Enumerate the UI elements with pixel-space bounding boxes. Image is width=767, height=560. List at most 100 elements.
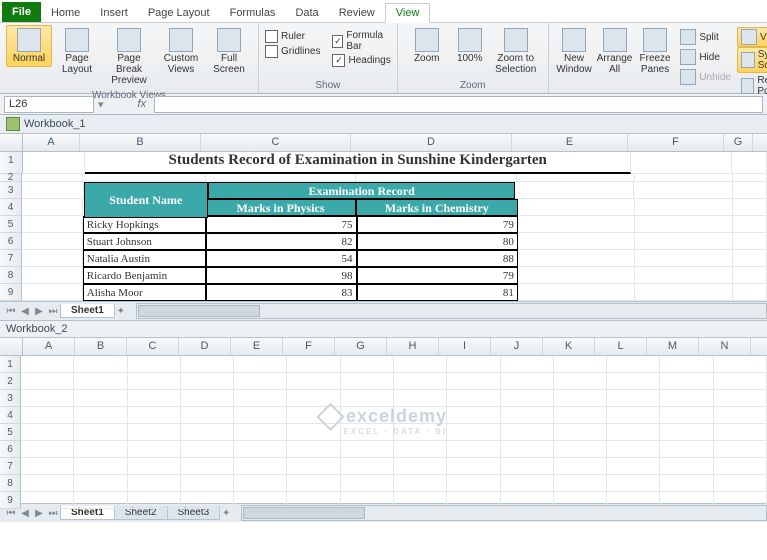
cell[interactable] <box>128 373 181 390</box>
cell[interactable] <box>631 152 732 174</box>
tab-page-layout[interactable]: Page Layout <box>138 4 220 22</box>
cell[interactable] <box>21 356 74 373</box>
cell[interactable] <box>394 390 447 407</box>
zoom-100-button[interactable]: 100% <box>452 25 488 67</box>
cell[interactable] <box>234 475 287 492</box>
cell[interactable] <box>341 356 394 373</box>
cell[interactable] <box>660 441 713 458</box>
cell[interactable] <box>21 390 74 407</box>
cell[interactable] <box>607 441 660 458</box>
row-header[interactable]: 3 <box>0 182 22 199</box>
unhide-button[interactable]: Unhide <box>676 67 735 87</box>
cell[interactable] <box>447 356 500 373</box>
cell[interactable] <box>607 458 660 475</box>
col-header[interactable]: C <box>201 134 351 151</box>
cell[interactable] <box>287 424 340 441</box>
cell[interactable] <box>181 492 234 509</box>
cell[interactable] <box>21 475 74 492</box>
workbook-1-titlebar[interactable]: Workbook_1 <box>0 115 767 134</box>
split-button[interactable]: Split <box>676 27 735 47</box>
cell[interactable] <box>607 424 660 441</box>
row-header[interactable]: 9 <box>0 492 21 509</box>
cell[interactable] <box>21 458 74 475</box>
cell[interactable] <box>394 458 447 475</box>
row-header[interactable]: 6 <box>0 233 22 250</box>
cell[interactable] <box>21 424 74 441</box>
cell[interactable] <box>74 373 127 390</box>
cell[interactable] <box>128 390 181 407</box>
cell[interactable] <box>287 373 340 390</box>
cell[interactable] <box>394 424 447 441</box>
col-header[interactable]: C <box>127 338 179 355</box>
cell[interactable] <box>501 390 554 407</box>
cell[interactable] <box>74 356 127 373</box>
cell[interactable] <box>341 373 394 390</box>
cell[interactable] <box>287 356 340 373</box>
cell[interactable]: 82 <box>206 233 357 250</box>
zoom-button[interactable]: Zoom <box>404 25 450 67</box>
cell[interactable] <box>181 424 234 441</box>
fx-icon[interactable]: fx <box>138 98 147 110</box>
title-cell[interactable]: Students Record of Examination in Sunshi… <box>85 152 631 174</box>
cell[interactable] <box>501 373 554 390</box>
header-student-name[interactable]: Student Name <box>84 182 208 218</box>
cell[interactable] <box>660 458 713 475</box>
tab-home[interactable]: Home <box>41 4 90 22</box>
header-exam-record[interactable]: Examination Record <box>208 182 515 199</box>
cell[interactable]: 81 <box>357 284 518 301</box>
cell[interactable] <box>234 356 287 373</box>
cell[interactable] <box>394 373 447 390</box>
cell[interactable] <box>287 441 340 458</box>
cell[interactable] <box>128 458 181 475</box>
name-box[interactable]: L26 <box>4 96 94 113</box>
name-box-dropdown-icon[interactable]: ▾ <box>98 98 104 111</box>
col-header[interactable]: H <box>387 338 439 355</box>
row-header[interactable]: 8 <box>0 475 21 492</box>
cell[interactable] <box>74 390 127 407</box>
cell[interactable] <box>554 424 607 441</box>
tab-data[interactable]: Data <box>285 4 328 22</box>
cell[interactable] <box>287 407 340 424</box>
row-header[interactable]: 4 <box>0 199 22 216</box>
cell[interactable] <box>660 390 713 407</box>
cell[interactable]: Ricky Hopkings <box>83 216 206 233</box>
col-header[interactable]: I <box>439 338 491 355</box>
horizontal-scrollbar[interactable] <box>136 303 767 319</box>
full-screen-button[interactable]: Full Screen <box>206 25 252 78</box>
col-header[interactable]: M <box>647 338 699 355</box>
cell[interactable] <box>660 356 713 373</box>
cell[interactable] <box>501 458 554 475</box>
cell[interactable] <box>74 475 127 492</box>
col-header[interactable]: F <box>283 338 335 355</box>
row-header[interactable]: 6 <box>0 441 21 458</box>
custom-views-button[interactable]: Custom Views <box>158 25 204 78</box>
cell[interactable] <box>341 424 394 441</box>
gridlines-checkbox[interactable]: Gridlines <box>265 44 320 59</box>
cell[interactable] <box>501 424 554 441</box>
row-header[interactable]: 1 <box>0 356 21 373</box>
header-chemistry[interactable]: Marks in Chemistry <box>356 199 518 216</box>
hide-button[interactable]: Hide <box>676 47 735 67</box>
cell[interactable]: 88 <box>357 250 518 267</box>
header-physics[interactable]: Marks in Physics <box>205 199 356 216</box>
headings-checkbox[interactable]: ✓Headings <box>332 53 390 68</box>
cell[interactable] <box>234 407 287 424</box>
col-header[interactable]: D <box>179 338 231 355</box>
cell[interactable] <box>607 373 660 390</box>
cell[interactable]: 75 <box>206 216 357 233</box>
sheet-tab[interactable]: Sheet1 <box>60 304 115 318</box>
cell[interactable]: 79 <box>357 267 518 284</box>
col-header[interactable]: F <box>628 134 724 151</box>
arrange-all-button[interactable]: Arrange All <box>595 25 634 78</box>
cell[interactable] <box>181 407 234 424</box>
cell[interactable] <box>181 390 234 407</box>
row-header[interactable]: 1 <box>0 152 23 174</box>
cell[interactable] <box>341 458 394 475</box>
synchronous-scrolling-button[interactable]: Synchronous Scrolling <box>737 47 767 73</box>
cell[interactable] <box>128 492 181 509</box>
cell[interactable] <box>287 475 340 492</box>
horizontal-scrollbar[interactable] <box>241 505 767 521</box>
cell[interactable] <box>287 390 340 407</box>
col-header[interactable]: B <box>75 338 127 355</box>
tab-file[interactable]: File <box>2 2 41 22</box>
